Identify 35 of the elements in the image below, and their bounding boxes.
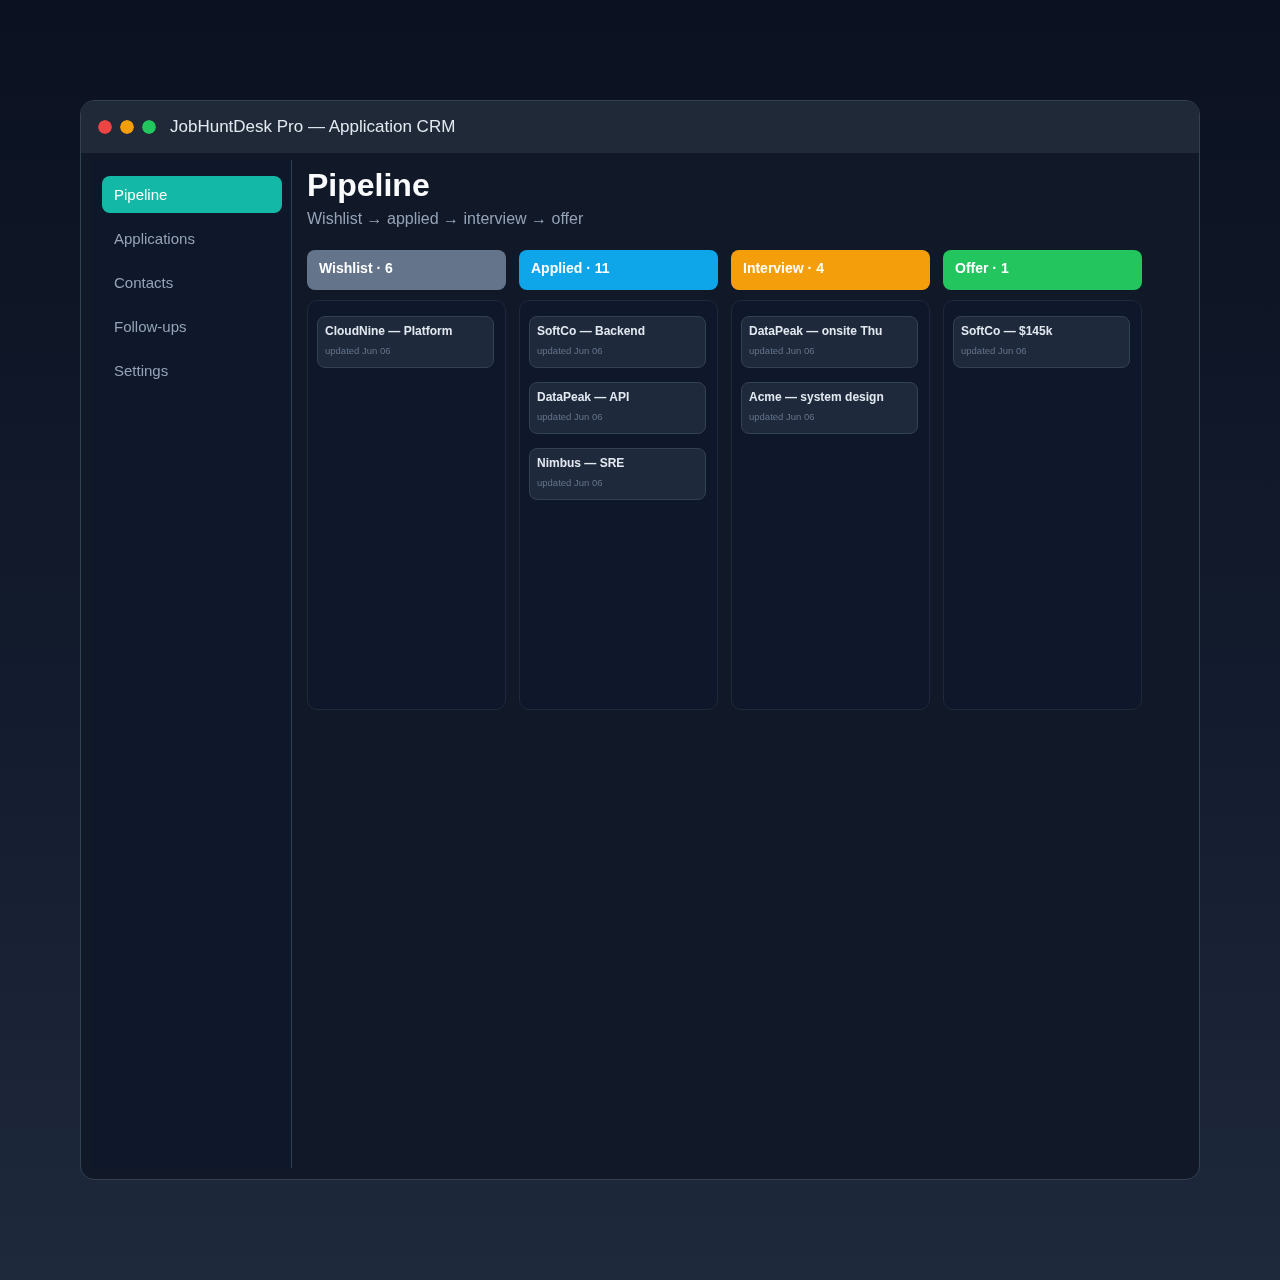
job-card[interactable]: CloudNine — Platform updated Jun 06 <box>317 316 494 368</box>
card-title: Acme — system design <box>749 390 885 404</box>
column-header: Interview · 4 <box>731 250 930 290</box>
maximize-icon[interactable] <box>142 120 156 134</box>
job-card[interactable]: DataPeak — onsite Thu updated Jun 06 <box>741 316 918 368</box>
card-updated-date: updated Jun 06 <box>537 345 604 357</box>
page-heading: Pipeline <box>307 166 431 204</box>
job-card[interactable]: SoftCo — Backend updated Jun 06 <box>529 316 706 368</box>
job-card[interactable]: Acme — system design updated Jun 06 <box>741 382 918 434</box>
card-updated-date: updated Jun 06 <box>749 345 816 357</box>
card-title: SoftCo — $145k <box>961 324 1054 338</box>
job-card[interactable]: DataPeak — API updated Jun 06 <box>529 382 706 434</box>
sidebar-item[interactable]: Follow-ups <box>102 308 282 345</box>
card-updated-date: updated Jun 06 <box>749 411 816 423</box>
card-updated-date: updated Jun 06 <box>961 345 1028 357</box>
card-updated-date: updated Jun 06 <box>537 477 604 489</box>
card-updated-date: updated Jun 06 <box>537 411 604 423</box>
card-title: DataPeak — onsite Thu <box>749 324 884 338</box>
job-card[interactable]: SoftCo — $145k updated Jun 06 <box>953 316 1130 368</box>
job-card[interactable]: Nimbus — SRE updated Jun 06 <box>529 448 706 500</box>
card-updated-date: updated Jun 06 <box>325 345 392 357</box>
close-icon[interactable] <box>98 120 112 134</box>
sidebar-item[interactable]: Settings <box>102 352 282 389</box>
sidebar-item[interactable]: Contacts <box>102 264 282 301</box>
card-title: DataPeak — API <box>537 390 631 404</box>
minimize-icon[interactable] <box>120 120 134 134</box>
column-header: Wishlist · 6 <box>307 250 506 290</box>
page-subtitle: Wishlist → applied → interview → offer <box>307 209 585 229</box>
window-title: JobHuntDesk Pro — Application CRM <box>170 117 456 137</box>
sidebar-item[interactable]: Applications <box>102 220 282 257</box>
column-header: Offer · 1 <box>943 250 1142 290</box>
card-title: Nimbus — SRE <box>537 456 626 470</box>
column-header: Applied · 11 <box>519 250 718 290</box>
card-title: SoftCo — Backend <box>537 324 646 338</box>
card-title: CloudNine — Platform <box>325 324 454 338</box>
